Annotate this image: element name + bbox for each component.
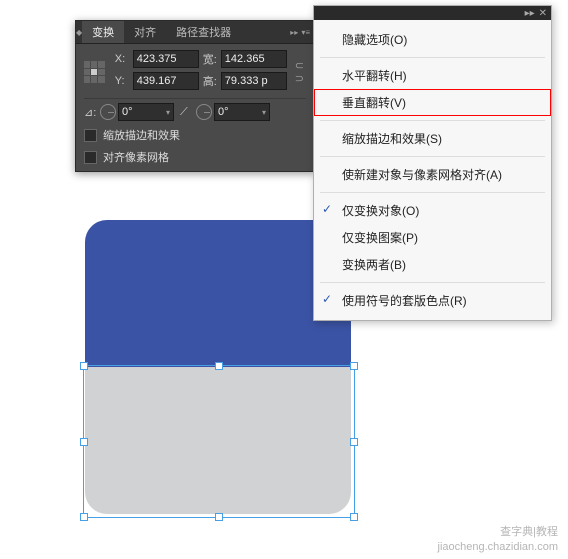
rounded-rect-top[interactable] [85,220,351,367]
selection-handle[interactable] [350,362,358,370]
tab-transform[interactable]: 变换 [82,21,124,43]
shear-icon: ⟋ [180,106,194,119]
shear-angle-icon[interactable] [196,104,212,120]
align-pixel-grid-checkbox[interactable] [84,151,97,164]
check-icon: ✓ [322,202,332,216]
x-label: X: [115,53,129,65]
menu-transform-both[interactable]: 变换两者(B) [314,251,551,278]
menu-transform-pattern[interactable]: 仅变换图案(P) [314,224,551,251]
height-input[interactable] [221,72,287,90]
rotate-input[interactable]: 0°▾ [118,103,174,121]
menu-separator [320,57,545,58]
width-input[interactable] [221,50,287,68]
rotate-angle-icon[interactable] [100,104,116,120]
w-label: 宽: [203,51,217,67]
link-wh-icon[interactable]: ⊂⊃ [293,57,306,87]
menu-align-new-pixel[interactable]: 使新建对象与像素网格对齐(A) [314,161,551,188]
rounded-rect-bottom[interactable] [85,367,351,514]
selection-handle[interactable] [215,513,223,521]
menu-collapse-icon[interactable]: ▸▸ [525,8,535,19]
scale-strokes-label: 缩放描边和效果 [103,127,180,143]
scale-strokes-checkbox[interactable] [84,129,97,142]
menu-titlebar: ▸▸ ✕ [314,6,551,20]
menu-close-icon[interactable]: ✕ [539,8,547,19]
selection-handle[interactable] [80,513,88,521]
menu-use-symbol-reg[interactable]: ✓ 使用符号的套版色点(R) [314,287,551,314]
y-input[interactable] [133,72,199,90]
panel-context-menu: ▸▸ ✕ 隐藏选项(O) 水平翻转(H) 垂直翻转(V) 缩放描边和效果(S) … [313,5,552,321]
tab-align[interactable]: 对齐 [124,21,166,43]
rotate-label: ⊿: [84,106,98,119]
panel-menu-icon[interactable]: ▾≡ [301,28,310,37]
panel-more-icon[interactable]: ▸▸ [290,28,298,37]
h-label: 高: [203,73,217,89]
check-icon: ✓ [322,292,332,306]
align-pixel-grid-label: 对齐像素网格 [103,149,169,165]
menu-separator [320,192,545,193]
selection-handle[interactable] [350,513,358,521]
menu-flip-vertical[interactable]: 垂直翻转(V) [314,89,551,116]
menu-separator [320,156,545,157]
transform-panel: ◆ 变换 对齐 路径查找器 ▸▸ ▾≡ X: 宽: Y: [75,20,315,172]
reference-point-grid[interactable] [84,61,105,83]
menu-separator [320,282,545,283]
x-input[interactable] [133,50,199,68]
menu-flip-horizontal[interactable]: 水平翻转(H) [314,62,551,89]
menu-hide-options[interactable]: 隐藏选项(O) [314,26,551,53]
shear-input[interactable]: 0°▾ [214,103,270,121]
panel-tab-bar: ◆ 变换 对齐 路径查找器 ▸▸ ▾≡ [76,21,314,44]
menu-separator [320,120,545,121]
watermark: 查字典|教程 jiaocheng.chazidian.com [438,525,558,554]
menu-scale-strokes[interactable]: 缩放描边和效果(S) [314,125,551,152]
menu-transform-object[interactable]: ✓ 仅变换对象(O) [314,197,551,224]
tab-pathfinder[interactable]: 路径查找器 [166,21,241,43]
selection-handle[interactable] [350,438,358,446]
y-label: Y: [115,75,129,87]
